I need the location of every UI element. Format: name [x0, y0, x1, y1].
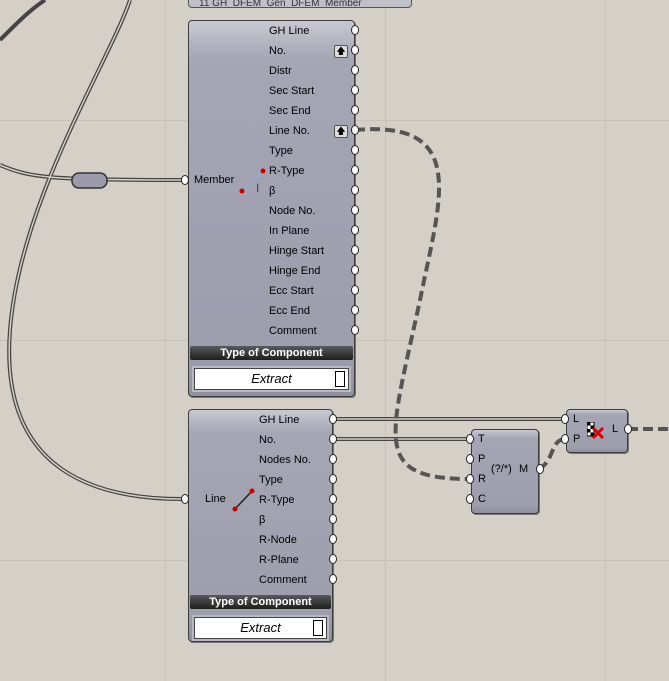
output-port[interactable]: [351, 165, 359, 175]
input-c: C: [478, 493, 486, 505]
type-dropdown[interactable]: Extract: [194, 617, 327, 639]
c-port[interactable]: [466, 494, 474, 504]
output-port[interactable]: [329, 554, 337, 564]
output-label: Ecc Start: [269, 285, 314, 297]
output-port[interactable]: [329, 534, 337, 544]
wire-to-line: [7, 0, 187, 502]
output-label: R-Node: [259, 534, 297, 546]
top-component-label: 11 GH_DFEM_Gen_DFEM_Member: [199, 0, 362, 8]
output-port[interactable]: [329, 514, 337, 524]
dropdown-value: Extract: [251, 371, 292, 386]
output-label: Line No.: [269, 125, 310, 137]
output-label: β: [259, 514, 266, 526]
wire-lineno-to-r: [354, 127, 471, 481]
l-in-port[interactable]: [561, 414, 569, 424]
output-label: Type: [259, 474, 283, 486]
output-label: GH Line: [269, 25, 310, 37]
output-port[interactable]: [329, 574, 337, 584]
output-port[interactable]: [351, 245, 359, 255]
line-component[interactable]: Line GH Line No. Nodes No. Type R-Type β R-Nod…: [188, 409, 333, 642]
relay-pill: [71, 172, 108, 189]
output-label: Hinge End: [269, 265, 321, 277]
output-label: Nodes No.: [259, 454, 311, 466]
output-port[interactable]: [329, 474, 337, 484]
graft-up-icon-lineno[interactable]: 🡅: [334, 125, 348, 138]
expression-component[interactable]: T P R C (?/*) M: [471, 429, 539, 514]
line-input-port[interactable]: [181, 494, 189, 504]
output-label: Ecc End: [269, 305, 310, 317]
output-label: β: [269, 185, 276, 197]
output-label: In Plane: [269, 225, 310, 237]
output-l: L: [612, 423, 619, 435]
output-label: R-Plane: [259, 554, 299, 566]
wire-m-to-p: [537, 437, 566, 471]
output-port[interactable]: [329, 414, 337, 424]
output-label: Type: [269, 145, 293, 157]
output-port[interactable]: [351, 25, 359, 35]
output-port[interactable]: [351, 325, 359, 335]
grasshopper-canvas[interactable]: 11 GH_DFEM_Gen_DFEM_Member Member I GH L…: [0, 0, 669, 681]
output-label: GH Line: [259, 414, 300, 426]
r-port[interactable]: [466, 474, 474, 484]
input-l: L: [573, 413, 580, 425]
graft-up-icon-no[interactable]: 🡅: [334, 45, 348, 58]
output-port[interactable]: [351, 265, 359, 275]
output-label: Comment: [269, 325, 317, 337]
output-port[interactable]: [351, 85, 359, 95]
output-label: No.: [269, 45, 287, 57]
split-component[interactable]: L P L: [566, 409, 628, 453]
l-out-port[interactable]: [624, 424, 632, 434]
member-input-port[interactable]: [181, 175, 189, 185]
output-label: Sec End: [269, 105, 311, 117]
output-port[interactable]: [351, 285, 359, 295]
output-port[interactable]: [329, 494, 337, 504]
input-p: P: [573, 433, 581, 445]
p-port[interactable]: [466, 454, 474, 464]
line-icon: [232, 488, 255, 512]
output-port[interactable]: [351, 125, 359, 135]
output-label: R-Type: [269, 165, 305, 177]
output-port[interactable]: [351, 65, 359, 75]
p-in-port[interactable]: [561, 434, 569, 444]
output-port[interactable]: [351, 205, 359, 215]
dropdown-value: Extract: [240, 620, 281, 635]
output-label: No.: [259, 434, 277, 446]
t-port[interactable]: [466, 434, 474, 444]
output-port[interactable]: [329, 454, 337, 464]
output-label: Hinge Start: [269, 245, 325, 257]
input-r: R: [478, 473, 486, 485]
split-delete-icon: [587, 422, 605, 440]
member-icon: I: [239, 168, 266, 195]
svg-text:I: I: [256, 181, 259, 195]
member-component[interactable]: Member I GH Line No. Distr Sec Start Sec End…: [188, 20, 355, 397]
input-t: T: [478, 433, 485, 445]
output-port[interactable]: [351, 305, 359, 315]
input-p: P: [478, 453, 486, 465]
type-of-component-header: Type of Component: [190, 346, 353, 360]
output-label: R-Type: [259, 494, 295, 506]
output-port[interactable]: [351, 105, 359, 115]
output-port[interactable]: [351, 225, 359, 235]
output-label: Sec Start: [269, 85, 315, 97]
output-port[interactable]: [329, 434, 337, 444]
type-dropdown[interactable]: Extract: [194, 368, 349, 390]
type-of-component-header: Type of Component: [190, 595, 331, 609]
output-port[interactable]: [351, 145, 359, 155]
m-port[interactable]: [536, 464, 544, 474]
wire-left-top: [0, 0, 47, 42]
output-port[interactable]: [351, 185, 359, 195]
output-m: M: [519, 463, 529, 475]
input-member-label: Member: [194, 174, 235, 186]
expression-label: (?/*): [491, 463, 512, 475]
output-label: Comment: [259, 574, 307, 586]
output-port[interactable]: [351, 45, 359, 55]
top-component[interactable]: 11 GH_DFEM_Gen_DFEM_Member: [188, 0, 412, 8]
input-line-label: Line: [205, 493, 226, 505]
output-label: Distr: [269, 65, 292, 77]
output-label: Node No.: [269, 205, 316, 217]
